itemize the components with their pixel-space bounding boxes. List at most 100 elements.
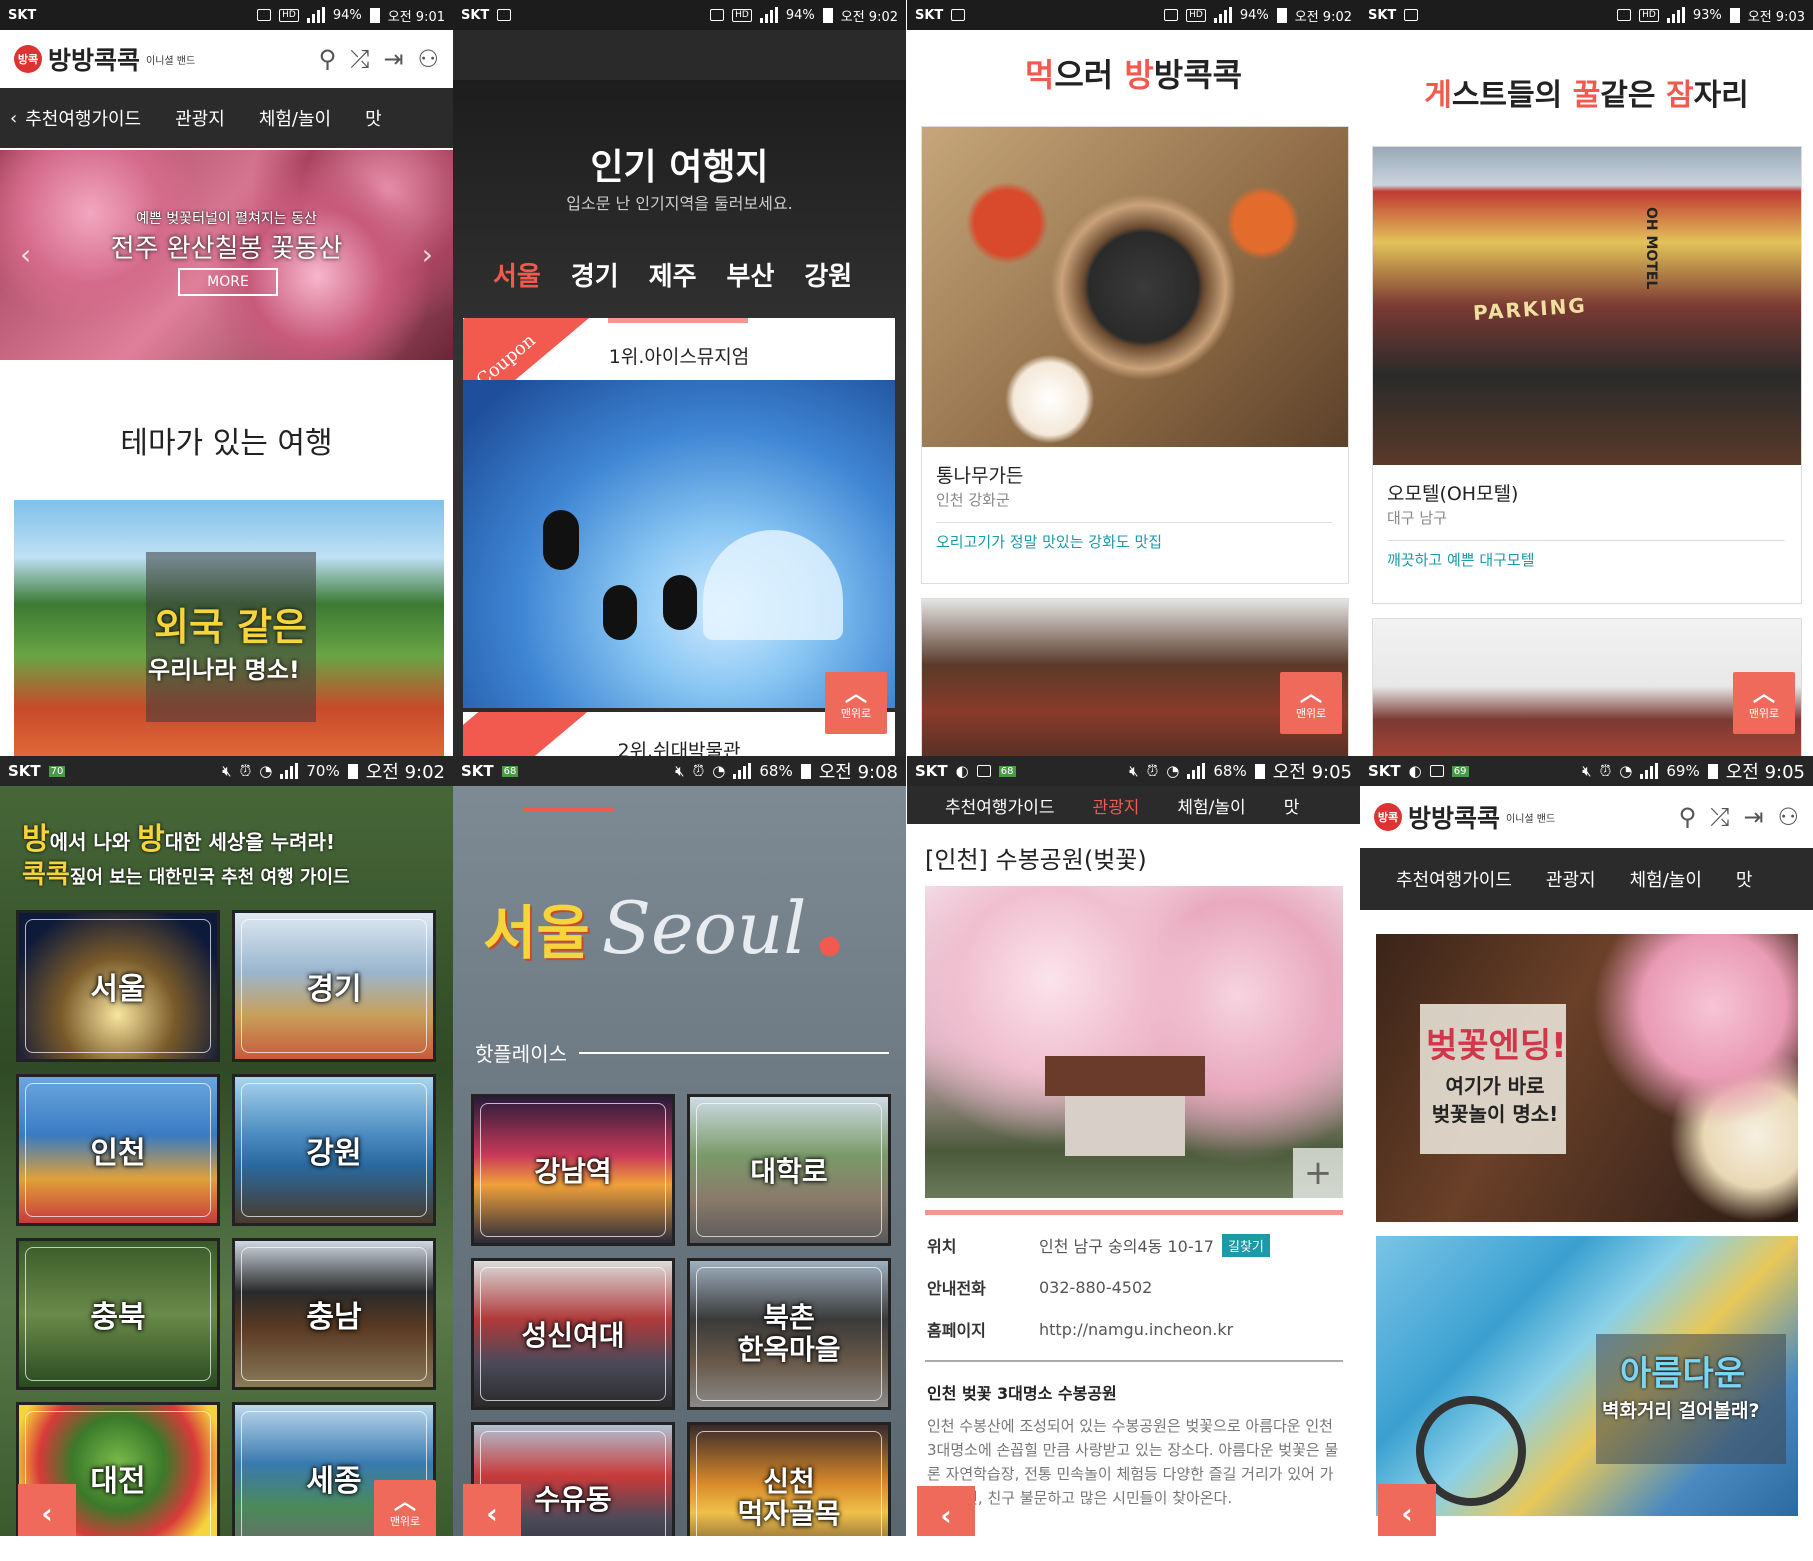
nav-item-sights[interactable]: 관광지 xyxy=(1546,866,1596,892)
clock: 오전 9:08 xyxy=(818,762,898,783)
title-text: 자리 xyxy=(1693,78,1749,113)
nav-item-guide[interactable]: 추천여행가이드 xyxy=(945,793,1054,818)
back-button[interactable]: ‹ xyxy=(463,1484,521,1536)
desc-body: 인천 수봉산에 조성되어 있는 수봉공원은 벚꽃으로 아름다운 인천 3대명소에… xyxy=(927,1417,1339,1507)
lodging-card[interactable]: PARKING OH MOTEL 오모텔(OH모텔) 대구 남구 깨끗하고 예쁜… xyxy=(1372,146,1802,604)
theme-banner[interactable]: 외국 같은 우리나라 명소! xyxy=(14,500,444,760)
place-tile-sungshin[interactable]: 성신여대 xyxy=(471,1258,675,1410)
wifi-icon: ◔ xyxy=(1619,762,1633,780)
restaurant-card[interactable]: 통나무가든 인천 강화군 오리고기가 정말 맛있는 강화도 맛집 xyxy=(921,126,1349,584)
search-icon[interactable]: ⚲ xyxy=(1679,803,1697,831)
pavilion-body xyxy=(1065,1096,1185,1156)
signal-icon xyxy=(306,7,325,23)
login-icon[interactable]: ⇥ xyxy=(383,45,403,73)
carrier-label: SKT xyxy=(915,762,948,780)
tab-jeju[interactable]: 제주 xyxy=(649,256,697,293)
region-tile-chungnam[interactable]: 충남 xyxy=(232,1238,436,1390)
nav-item-sights[interactable]: 관광지 xyxy=(175,105,225,131)
tab-gyeonggi[interactable]: 경기 xyxy=(571,256,619,293)
mural-street-banner[interactable]: 아름다운 벽화거리 걸어볼래? xyxy=(1376,1236,1798,1516)
user-add-icon[interactable]: ⚇ xyxy=(1777,803,1799,831)
nav-item-sights[interactable]: 관광지 xyxy=(1092,793,1139,818)
scroll-top-button[interactable]: ︿ 맨위로 xyxy=(1733,672,1795,734)
nav-item-food[interactable]: 맛 xyxy=(1736,866,1753,892)
clock: 오전 9:02 xyxy=(1294,9,1352,25)
nav-item-play[interactable]: 체험/놀이 xyxy=(259,105,331,131)
lodging-location: 대구 남구 xyxy=(1387,509,1447,527)
carousel-prev-icon[interactable]: ‹ xyxy=(20,238,31,271)
hero-more-button[interactable]: MORE xyxy=(178,268,278,296)
back-button[interactable]: ‹ xyxy=(1378,1484,1436,1536)
phone-link[interactable]: 032-880-4502 xyxy=(1039,1278,1152,1297)
scroll-top-button[interactable]: ︿ 맨위로 xyxy=(1280,672,1342,734)
mute-icon: 🔇︎ xyxy=(1129,762,1139,780)
app-logo[interactable]: 방콕 방방콕콕 이니셜 밴드 xyxy=(1374,799,1555,835)
nav-item-food[interactable]: 맛 xyxy=(365,105,382,131)
tab-gangwon[interactable]: 강원 xyxy=(804,256,852,293)
nav-item-guide[interactable]: 추천여행가이드 xyxy=(1396,866,1512,892)
search-icon[interactable]: ⚲ xyxy=(319,45,337,73)
headline-highlight: 콕콕 xyxy=(22,860,70,890)
app-logo[interactable]: 방콕 방방콕콕 이니셜 밴드 xyxy=(14,41,195,77)
wifi-icon: ◔ xyxy=(259,762,273,780)
desc-title: 인천 벚꽃 3대명소 수봉공원 xyxy=(927,1384,1117,1403)
region-tile-seoul[interactable]: 서울 xyxy=(16,910,220,1062)
mute-icon: 🔇︎ xyxy=(222,762,232,780)
shuffle-icon[interactable]: ⤮ xyxy=(1710,803,1729,831)
card-accent xyxy=(608,318,748,323)
nav-item-play[interactable]: 체험/놀이 xyxy=(1177,793,1245,818)
shuffle-icon[interactable]: ⤮ xyxy=(350,45,369,73)
clock: 오전 9:05 xyxy=(1272,762,1352,783)
nav-prev-icon[interactable]: ‹ xyxy=(10,108,17,129)
alarm-icon: ⏰︎ xyxy=(1599,762,1612,780)
gallery-icon xyxy=(1429,765,1444,777)
region-tile-gangwon[interactable]: 강원 xyxy=(232,1074,436,1226)
carousel-next-icon[interactable]: › xyxy=(422,238,433,271)
scroll-top-button[interactable]: ︿ 맨위로 xyxy=(825,672,887,734)
penguin-shape xyxy=(663,575,697,630)
hd-voice-icon: HD xyxy=(1186,8,1206,22)
rank1-photo xyxy=(463,380,895,708)
nav-item-guide[interactable]: 추천여행가이드 xyxy=(25,105,141,131)
banner1-title: 벚꽃엔딩! xyxy=(1426,1026,1567,1066)
talk-icon: ◐ xyxy=(1408,762,1422,780)
rank-card[interactable]: Coupon 1위.아이스뮤지엄 xyxy=(463,318,895,708)
nav-item-play[interactable]: 체험/놀이 xyxy=(1630,866,1702,892)
screen-regions: SKT 70 🔇︎ ⏰︎ ◔ 70% 오전 9:02 방에서 나와 방대한 세상… xyxy=(0,756,453,1536)
place-tile-daehakro[interactable]: 대학로 xyxy=(687,1094,891,1246)
back-button[interactable]: ‹ xyxy=(917,1486,975,1536)
region-tile-gyeonggi[interactable]: 경기 xyxy=(232,910,436,1062)
region-tile-chungbuk[interactable]: 충북 xyxy=(16,1238,220,1390)
banner-line1: 외국 같은 xyxy=(154,605,308,649)
app-name: 방방콕콕 xyxy=(1408,804,1501,833)
banner2-subtitle: 벽화거리 걸어볼래? xyxy=(1602,1400,1760,1422)
notification-badge: 68 xyxy=(998,765,1016,777)
back-button[interactable]: ‹ xyxy=(18,1484,76,1536)
zoom-plus-icon[interactable]: + xyxy=(1293,1148,1343,1198)
place-tile-gangnam[interactable]: 강남역 xyxy=(471,1094,675,1246)
scroll-top-button[interactable]: ︿ 맨위로 xyxy=(374,1480,436,1536)
battery-percent: 68% xyxy=(1213,762,1247,780)
homepage-link[interactable]: http://namgu.incheon.kr xyxy=(1039,1320,1233,1339)
hero-small-text: 예쁜 벚꽃터널이 펼쳐지는 동산 xyxy=(136,211,317,227)
app-name: 방방콕콕 xyxy=(48,46,141,75)
region-tile-incheon[interactable]: 인천 xyxy=(16,1074,220,1226)
place-tile-bukchon[interactable]: 북촌 한옥마을 xyxy=(687,1258,891,1410)
place-tile-sincheon[interactable]: 신천 먹자골목 xyxy=(687,1422,891,1536)
headline-text: 대한 세상을 누려라! xyxy=(164,830,335,854)
cherry-blossom-banner[interactable]: 벚꽃엔딩! 여기가 바로 벚꽃놀이 명소! xyxy=(1376,934,1798,1222)
login-icon[interactable]: ⇥ xyxy=(1743,803,1763,831)
battery-icon xyxy=(1707,763,1718,779)
tab-seoul[interactable]: 서울 xyxy=(493,256,541,293)
directions-button[interactable]: 길찾기 xyxy=(1221,1233,1270,1257)
hd-voice-icon: HD xyxy=(279,8,299,22)
card-divider xyxy=(1387,540,1785,541)
hero-banner[interactable]: 예쁜 벚꽃터널이 펼쳐지는 동산 전주 완산칠봉 꽃동산 MORE ‹ › xyxy=(0,150,453,360)
user-add-icon[interactable]: ⚇ xyxy=(417,45,439,73)
status-bar: SKT HD 93% 오전 9:03 xyxy=(1360,0,1813,30)
phone-icon xyxy=(257,9,272,21)
title-highlight: 꿀 xyxy=(1572,78,1601,113)
rank1-title: 1위.아이스뮤지엄 xyxy=(608,346,750,368)
nav-item-food[interactable]: 맛 xyxy=(1284,793,1300,818)
tab-busan[interactable]: 부산 xyxy=(727,256,775,293)
